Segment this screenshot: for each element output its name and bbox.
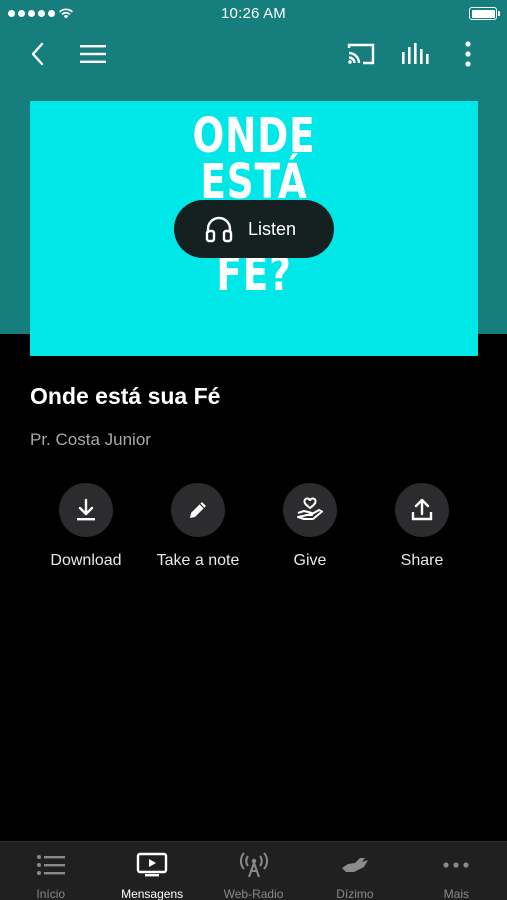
cast-icon — [347, 43, 375, 65]
share-icon — [411, 498, 433, 521]
tab-bar: Início Mensagens Web-Radio Dízimo Mais — [0, 841, 507, 900]
message-actions: Download Take a note Give Share — [30, 483, 478, 583]
give-button[interactable]: Give — [254, 483, 366, 570]
message-title: Onde está sua Fé — [30, 383, 221, 409]
listen-label: Listen — [248, 218, 297, 239]
download-icon — [77, 498, 95, 521]
battery-icon — [469, 7, 500, 20]
list-icon — [36, 855, 65, 875]
menu-button[interactable] — [75, 36, 111, 72]
tab-label: Início — [36, 887, 66, 900]
tab-inicio[interactable]: Início — [0, 842, 101, 900]
status-bar: 10:26 AM — [0, 0, 507, 28]
share-circle — [395, 483, 449, 537]
heart-hand-icon — [297, 497, 323, 520]
download-circle — [59, 483, 113, 537]
headphones-icon — [205, 216, 233, 243]
tv-play-icon — [136, 852, 168, 877]
back-chevron-icon — [31, 42, 44, 66]
tab-label: Web-Radio — [223, 887, 284, 900]
take-note-circle — [171, 483, 225, 537]
hand-offer-icon — [341, 858, 368, 872]
take-note-button[interactable]: Take a note — [142, 483, 254, 570]
hamburger-menu-icon — [80, 45, 106, 63]
artwork-line: ESTÁ — [200, 154, 308, 210]
listen-button[interactable]: Listen — [174, 200, 334, 258]
cast-button[interactable] — [343, 36, 379, 72]
download-button[interactable]: Download — [30, 483, 142, 570]
take-note-label: Take a note — [156, 552, 240, 569]
more-vertical-icon — [465, 41, 471, 67]
tab-label: Mensagens — [121, 887, 184, 900]
more-options-button[interactable] — [450, 36, 486, 72]
tab-mensagens[interactable]: Mensagens — [101, 842, 202, 900]
status-time: 10:26 AM — [221, 5, 286, 22]
give-label: Give — [293, 552, 327, 569]
tab-label: Mais — [443, 887, 469, 900]
back-button[interactable] — [20, 36, 56, 72]
tab-dizimo[interactable]: Dízimo — [304, 842, 405, 900]
tab-mais[interactable]: Mais — [406, 842, 507, 900]
tab-web-radio[interactable]: Web-Radio — [203, 842, 304, 900]
pencil-icon — [190, 502, 206, 518]
radio-tower-icon — [239, 852, 268, 878]
artwork-line: ONDE — [192, 108, 316, 164]
more-horizontal-icon — [443, 862, 469, 868]
download-label: Download — [50, 552, 122, 569]
audio-bars-button[interactable] — [397, 36, 433, 72]
message-speaker: Pr. Costa Junior — [30, 430, 151, 449]
tab-label: Dízimo — [336, 887, 374, 900]
share-button[interactable]: Share — [366, 483, 478, 570]
navigation-bar — [0, 28, 507, 78]
share-label: Share — [400, 552, 444, 569]
give-circle — [283, 483, 337, 537]
audio-bars-icon — [402, 43, 429, 64]
